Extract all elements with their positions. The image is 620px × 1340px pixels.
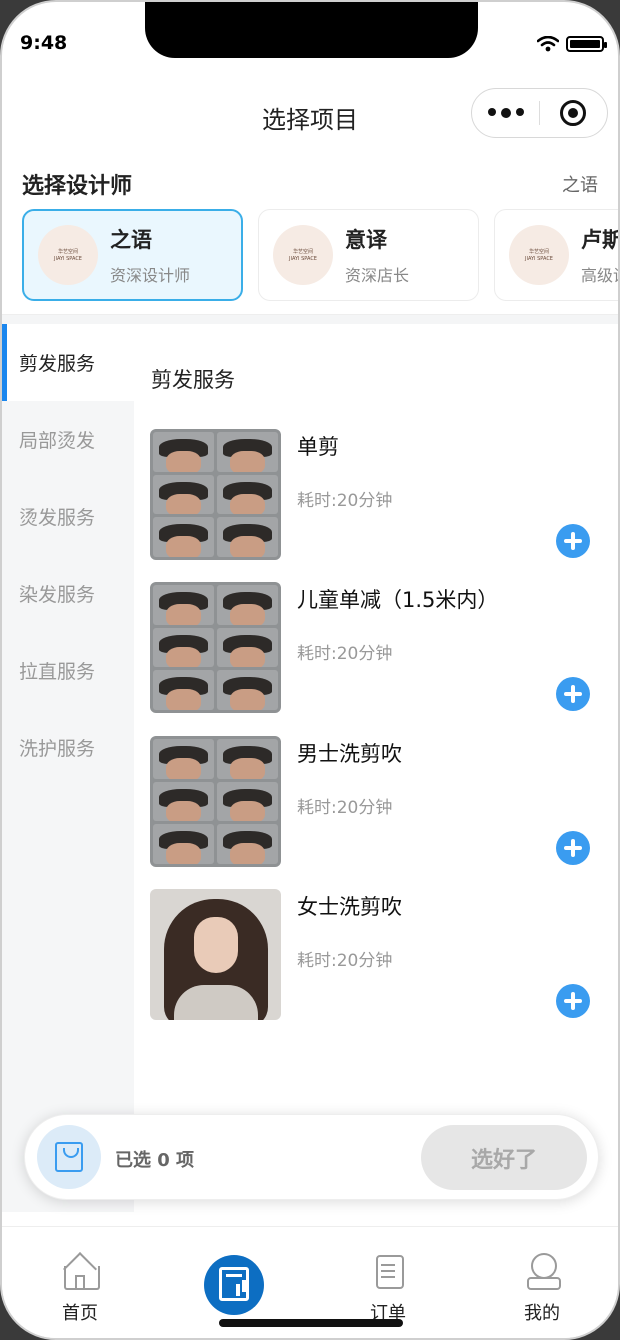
designer-carousel[interactable]: 华艺空间 JIAYI SPACE 之语 资深设计师 华艺空间 JIAYI SPACE… — [22, 209, 620, 301]
service-image — [150, 889, 281, 1020]
close-target-icon[interactable] — [540, 100, 607, 126]
order-list-icon — [368, 1251, 408, 1291]
add-icon[interactable] — [556, 677, 590, 711]
status-time: 9:48 — [20, 32, 68, 54]
cart-button[interactable] — [37, 1125, 101, 1189]
battery-icon — [566, 36, 607, 52]
service-item[interactable]: 儿童单减（1.5米内） 耗时:20分钟 — [150, 582, 590, 713]
designer-section-title: 选择设计师 — [22, 174, 133, 199]
service-item[interactable]: 男士洗剪吹 耗时:20分钟 — [150, 736, 590, 867]
designer-card[interactable]: 华艺空间 JIAYI SPACE 之语 资深设计师 — [22, 209, 243, 301]
wifi-icon — [537, 36, 559, 52]
shopping-bag-icon — [55, 1142, 83, 1172]
designer-name: 之语 — [110, 228, 152, 252]
cart-bar: 已选 0 项 选好了 — [24, 1114, 599, 1200]
tab-me[interactable]: 我的 — [482, 1227, 602, 1325]
divider — [2, 314, 618, 324]
tab-orders[interactable]: 订单 — [328, 1227, 448, 1325]
service-image — [150, 736, 281, 867]
add-icon[interactable] — [556, 524, 590, 558]
service-duration: 耗时:20分钟 — [297, 798, 393, 818]
service-image — [150, 429, 281, 560]
home-icon — [60, 1251, 100, 1291]
designer-card[interactable]: 华艺空间 JIAYI SPACE 意译 资深店长 — [258, 209, 479, 301]
category-item[interactable]: 洗护服务 — [2, 709, 134, 786]
service-duration: 耗时:20分钟 — [297, 491, 393, 511]
category-item[interactable]: 烫发服务 — [2, 478, 134, 555]
tab-label: 首页 — [62, 1303, 98, 1324]
status-icons — [537, 36, 607, 52]
selected-designer-name[interactable]: 之语 — [562, 171, 598, 197]
designer-role: 资深店长 — [345, 266, 410, 285]
category-item[interactable]: 染发服务 — [2, 555, 134, 632]
designer-role: 资深设计师 — [110, 266, 191, 285]
designer-card[interactable]: 华艺空间JIAYI SPACE 卢斯 高级设计师 — [494, 209, 620, 301]
service-item[interactable]: 单剪 耗时:20分钟 — [150, 429, 590, 560]
register-icon — [219, 1267, 249, 1301]
salon-logo: 华艺空间 JIAYI SPACE — [509, 225, 569, 285]
confirm-button[interactable]: 选好了 — [421, 1125, 587, 1190]
designer-name: 卢斯 — [581, 228, 620, 252]
service-name: 女士洗剪吹 — [297, 895, 402, 919]
home-indicator — [219, 1319, 403, 1327]
designer-section-header: 选择设计师 之语 — [22, 168, 598, 200]
selected-count: 已选 0 项 — [115, 1150, 195, 1171]
category-item[interactable]: 局部烫发 — [2, 401, 134, 478]
mini-program-capsule — [471, 88, 608, 138]
designer-role: 高级设计师 — [581, 266, 618, 285]
more-icon[interactable] — [472, 108, 539, 118]
category-item[interactable]: 剪发服务 — [2, 324, 134, 401]
service-duration: 耗时:20分钟 — [297, 951, 393, 971]
service-image — [150, 582, 281, 713]
phone-screen: 9:48 选择项目 选择设计师 之语 华艺空间 JIAYI SPACE 之语 资深… — [0, 0, 620, 1340]
add-icon[interactable] — [556, 831, 590, 865]
category-sidebar: 剪发服务 局部烫发 烫发服务 染发服务 拉直服务 洗护服务 — [2, 324, 134, 1212]
service-name: 男士洗剪吹 — [297, 742, 402, 766]
service-name: 儿童单减（1.5米内） — [297, 588, 499, 612]
category-title: 剪发服务 — [151, 368, 235, 392]
salon-logo: 华艺空间 JIAYI SPACE — [38, 225, 98, 285]
designer-name: 意译 — [345, 228, 387, 252]
add-icon[interactable] — [556, 984, 590, 1018]
tab-center[interactable] — [204, 1255, 264, 1315]
service-name: 单剪 — [297, 435, 339, 459]
tab-label: 我的 — [524, 1303, 560, 1324]
salon-logo: 华艺空间 JIAYI SPACE — [273, 225, 333, 285]
service-duration: 耗时:20分钟 — [297, 644, 393, 664]
category-item[interactable]: 拉直服务 — [2, 632, 134, 709]
notch — [145, 2, 478, 58]
profile-icon — [522, 1251, 562, 1291]
tab-home[interactable]: 首页 — [20, 1227, 140, 1325]
service-item[interactable]: 女士洗剪吹 耗时:20分钟 — [150, 889, 590, 1020]
